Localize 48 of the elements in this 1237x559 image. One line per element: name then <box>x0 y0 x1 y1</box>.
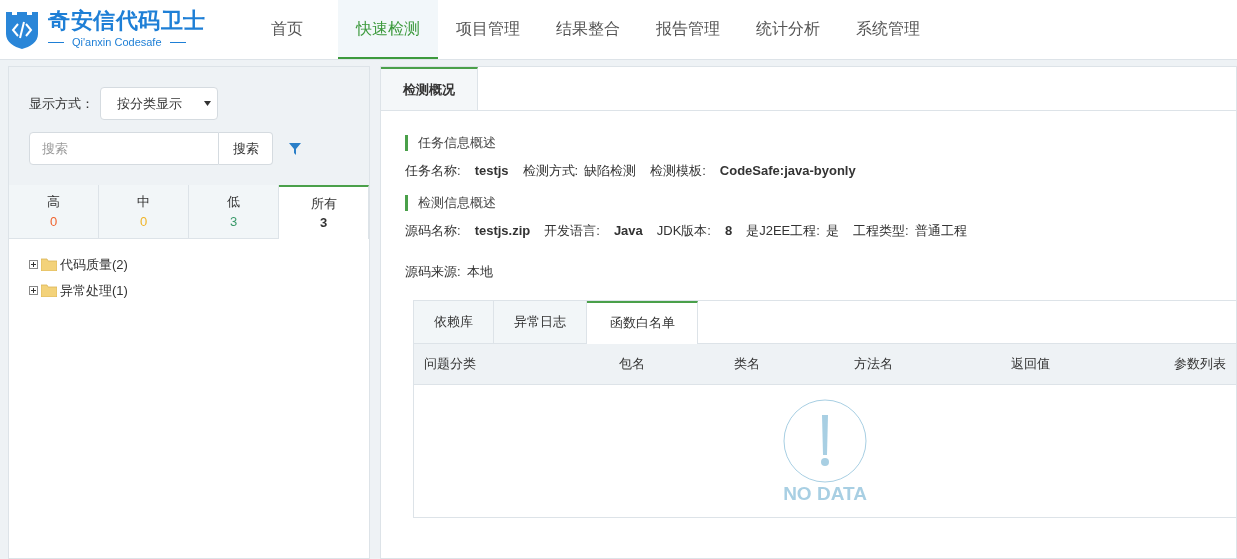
section-title: 任务信息概述 <box>405 135 1212 151</box>
info-field: 工程类型: 普通工程 <box>852 220 967 240</box>
info-field: 源码来源: 本地 <box>405 262 493 282</box>
folder-icon <box>41 283 57 297</box>
info-field: 开发语言: Java <box>544 220 643 240</box>
nav-tab[interactable]: 结果整合 <box>538 0 638 59</box>
info-field: 任务名称: testjs <box>405 161 509 181</box>
sub-tab[interactable]: 依赖库 <box>414 300 494 344</box>
column-header: 包名 <box>619 355 645 371</box>
column-header: 返回值 <box>1011 355 1050 371</box>
tree-item[interactable]: 代码质量(2) <box>60 255 128 275</box>
column-header: 方法名 <box>854 355 893 371</box>
nav-tab[interactable]: 报告管理 <box>638 0 738 59</box>
severity-tab[interactable]: 高 0 <box>9 185 99 239</box>
search-field[interactable]: 搜索 <box>29 132 219 165</box>
overview-tab[interactable]: 检测概况 <box>381 67 478 110</box>
sub-tab[interactable]: 函数白名单 <box>587 300 698 344</box>
tree-item[interactable]: 异常处理(1) <box>60 280 128 300</box>
exclamation-icon <box>783 398 867 483</box>
column-header: 参数列表 <box>1174 355 1226 371</box>
display-mode-select[interactable]: 按分类显示 <box>100 87 218 120</box>
logo-title: 奇安信代码卫士 <box>48 8 206 35</box>
nav-tab[interactable]: 项目管理 <box>438 0 538 59</box>
filter-icon[interactable] <box>289 142 301 155</box>
shield-code-logo-icon <box>4 9 40 50</box>
expand-toggle-icon[interactable] <box>29 260 38 270</box>
severity-tab[interactable]: 低 3 <box>189 185 279 239</box>
info-field: 源码名称: testjs.zip <box>405 220 531 240</box>
folder-icon <box>41 258 57 272</box>
section-title: 检测信息概述 <box>405 194 1212 211</box>
sub-tab[interactable]: 异常日志 <box>494 300 587 344</box>
logo-subtitle: Qi'anxin Codesafe <box>72 35 162 51</box>
nav-tab[interactable]: 系统管理 <box>838 0 938 59</box>
caret-icon <box>204 101 211 106</box>
empty-state-text: NO DATA <box>783 482 867 505</box>
nav-tab[interactable]: 统计分析 <box>738 0 838 59</box>
column-header: 类名 <box>734 355 760 371</box>
display-mode-label: 显示方式： <box>29 94 94 113</box>
info-field: 检测模板: CodeSafe:java-byonly <box>650 161 856 181</box>
info-field: 检测方式: 缺陷检测 <box>522 161 637 181</box>
nav-tab[interactable]: 首页 <box>238 0 336 59</box>
info-field: 是J2EE工程: 是 <box>746 220 839 240</box>
severity-tab[interactable]: 所有 3 <box>279 185 369 239</box>
column-header: 问题分类 <box>424 355 476 371</box>
expand-toggle-icon[interactable] <box>29 285 38 295</box>
severity-tab[interactable]: 中 0 <box>99 185 189 239</box>
search-button[interactable]: 搜索 <box>219 132 273 165</box>
info-field: JDK版本: 8 <box>656 220 733 240</box>
